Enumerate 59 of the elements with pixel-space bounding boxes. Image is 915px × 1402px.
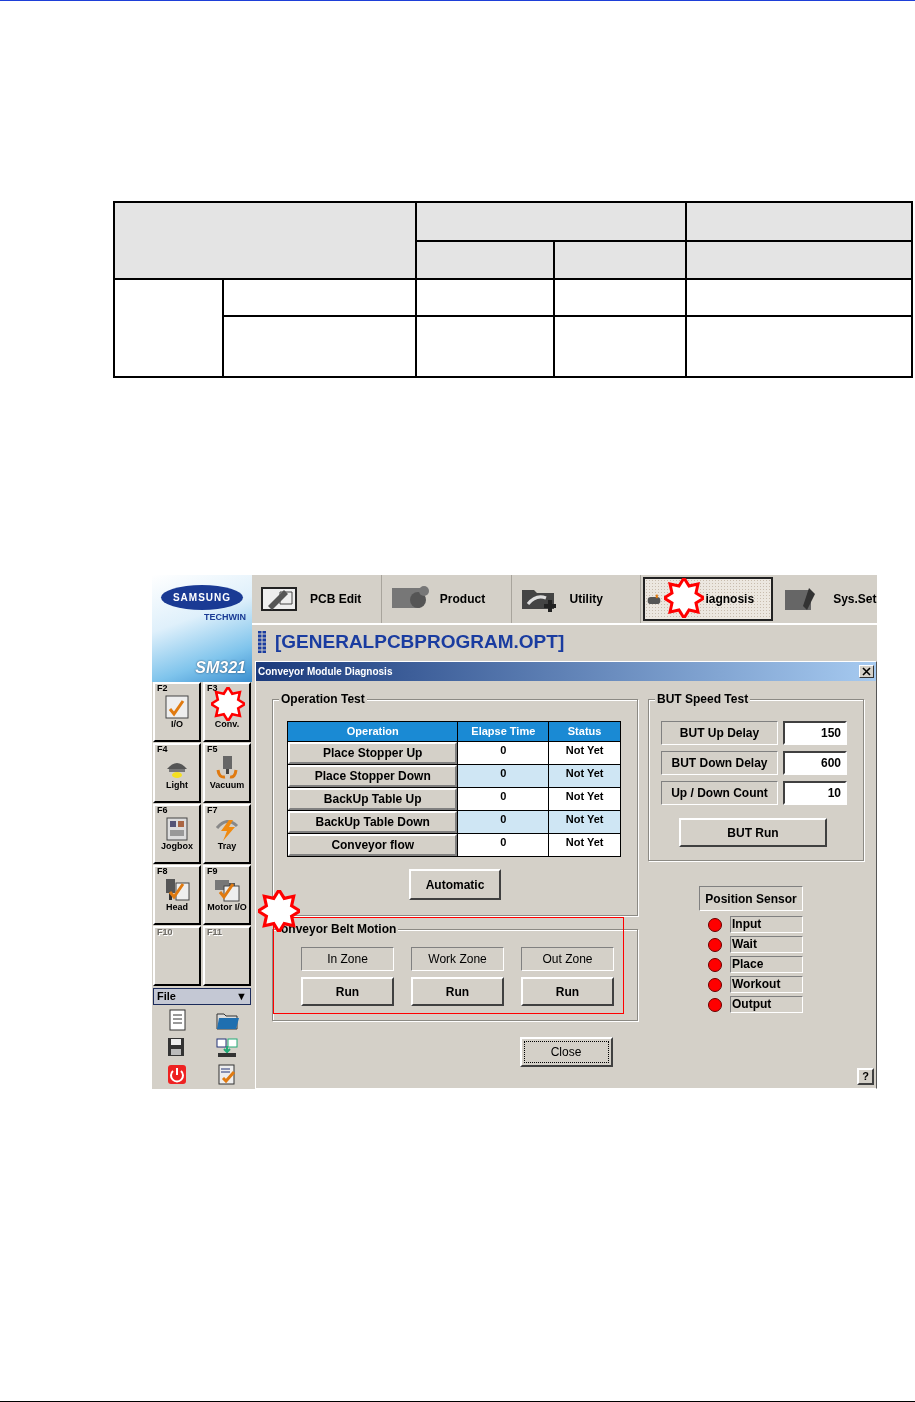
checklist-icon <box>163 693 191 720</box>
sensor-label: Input <box>730 916 803 933</box>
toolbar-tab[interactable]: Utility <box>511 575 642 623</box>
close-button[interactable] <box>859 665 874 678</box>
model-name: SM321 <box>195 658 246 678</box>
function-key-button[interactable]: F5 Vacuum <box>203 743 251 803</box>
group-title: Operation Test <box>279 692 367 707</box>
function-key-button[interactable]: F9 Motor I/O <box>203 865 251 925</box>
operation-button[interactable]: Conveyor flow <box>288 834 458 856</box>
close-dialog-button[interactable]: Close <box>519 1037 613 1067</box>
dialog-title: Conveyor Module Diagnosis <box>258 665 393 679</box>
toolbar-tab[interactable]: Product <box>381 575 512 623</box>
function-key-button[interactable]: F8 Head <box>153 865 201 925</box>
help-button[interactable]: ? <box>857 1068 874 1085</box>
zone-label: Work Zone <box>411 947 504 971</box>
sensor-label: Wait <box>730 936 803 953</box>
function-key-button[interactable]: F7 Tray <box>203 804 251 864</box>
number-field[interactable]: 150 <box>783 721 847 745</box>
number-field[interactable]: 600 <box>783 751 847 775</box>
run-button[interactable]: Run <box>521 977 614 1006</box>
star-marker <box>664 578 704 618</box>
grid-bar-icon <box>258 631 266 653</box>
close-icon <box>862 667 871 676</box>
field-label: BUT Down Delay <box>661 751 778 775</box>
nozzle-check-icon <box>163 876 191 903</box>
but-run-button[interactable]: BUT Run <box>679 818 827 847</box>
sensor-heading: Position Sensor <box>699 886 803 911</box>
pcb-edit-icon <box>260 584 300 614</box>
operation-button[interactable]: Place Stopper Up <box>288 742 458 764</box>
automatic-button[interactable]: Automatic <box>409 869 501 900</box>
import-icon[interactable] <box>215 1036 239 1058</box>
number-field[interactable]: 10 <box>783 781 847 805</box>
operation-button[interactable]: BackUp Table Up <box>288 788 458 810</box>
zone-label: In Zone <box>301 947 394 971</box>
field-label: Up / Down Count <box>661 781 778 805</box>
column-header: Elapse Time <box>457 721 549 742</box>
group-title: BUT Speed Test <box>655 692 751 707</box>
column-header: Status <box>548 721 621 742</box>
sensor-label: Place <box>730 956 803 973</box>
function-key-button[interactable]: F2 I/O <box>153 682 201 742</box>
toolbar-tab[interactable]: PCB Edit <box>252 575 382 623</box>
column-header: Operation <box>287 721 458 742</box>
zone-label: Out Zone <box>521 947 614 971</box>
sensor-label: Workout <box>730 976 803 993</box>
logo-subtitle: TECHWIN <box>204 611 246 624</box>
operation-button[interactable]: Place Stopper Down <box>288 765 458 787</box>
function-key-button[interactable]: F4 Light <box>153 743 201 803</box>
run-button[interactable]: Run <box>411 977 504 1006</box>
sensor-label: Output <box>730 996 803 1013</box>
operation-button[interactable]: BackUp Table Down <box>288 811 458 833</box>
field-label: BUT Up Delay <box>661 721 778 745</box>
control-panel-icon <box>163 815 191 842</box>
brand-logo: SAMSUNG <box>160 585 244 610</box>
run-button[interactable]: Run <box>301 977 394 1006</box>
toolbar-tab[interactable]: Sys.Set <box>775 575 877 623</box>
function-key-button[interactable]: F6 Jogbox <box>153 804 201 864</box>
program-title: [GENERALPCBPROGRAM.OPT] <box>275 629 565 654</box>
power-icon[interactable] <box>165 1063 189 1085</box>
file-dropdown[interactable]: File ▼ <box>153 988 251 1005</box>
